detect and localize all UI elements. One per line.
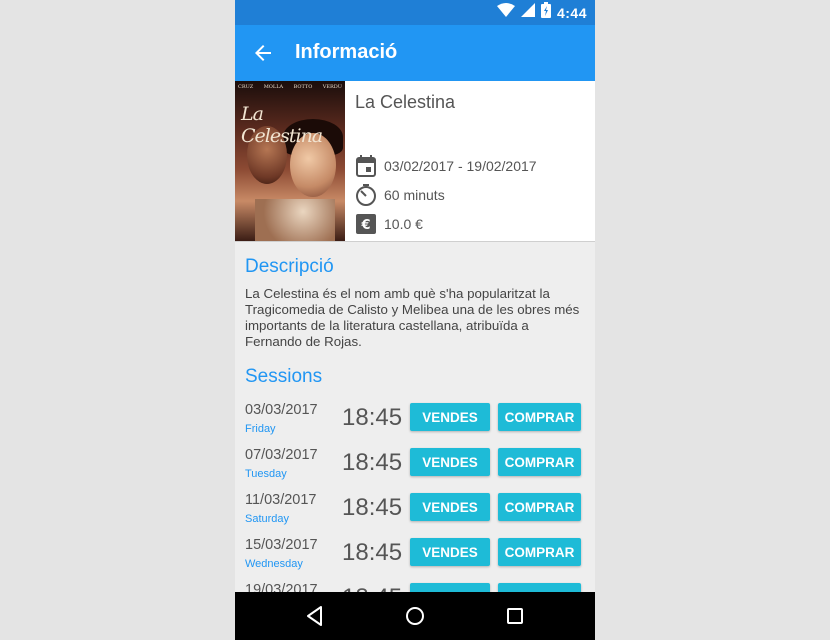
nav-home-icon[interactable]: [403, 604, 427, 628]
session-day: Wednesday: [245, 558, 303, 570]
session-date: 03/03/2017: [245, 402, 318, 418]
poster-credits: CRUZ MOLLA BOTTO VERDU: [238, 84, 342, 90]
sessions-heading: Sessions: [245, 366, 323, 387]
session-date: 11/03/2017: [245, 492, 317, 508]
wifi-icon: [496, 3, 515, 22]
movie-dates: 03/02/2017 - 19/02/2017: [384, 158, 537, 174]
content-scroll[interactable]: Descripció La Celestina és el nom amb qu…: [235, 242, 595, 592]
session-row: 07/03/2017 Tuesday 18:45 VENDES COMPRAR: [245, 447, 590, 487]
movie-duration: 60 minuts: [384, 187, 445, 203]
movie-header: CRUZ MOLLA BOTTO VERDU La Celestina La C…: [235, 81, 595, 242]
euro-icon: €: [355, 213, 377, 235]
session-row: 03/03/2017 Friday 18:45 VENDES COMPRAR: [245, 402, 590, 442]
session-day: Saturday: [245, 513, 290, 525]
buy-button[interactable]: COMPRAR: [498, 448, 581, 476]
sales-button[interactable]: VENDES: [410, 493, 490, 521]
app-bar: Informació: [235, 25, 595, 81]
session-time: 18:45: [342, 404, 403, 431]
buy-button[interactable]: COMPRAR: [498, 493, 581, 521]
description-heading: Descripció: [245, 256, 334, 277]
movie-price: 10.0 €: [384, 216, 423, 232]
sales-button[interactable]: VENDES: [410, 583, 490, 592]
nav-back-icon[interactable]: [303, 604, 327, 628]
description-text: La Celestina és el nom amb què s'ha popu…: [245, 286, 580, 349]
movie-price-row: € 10.0 €: [355, 212, 423, 236]
poster-title: La Celestina: [241, 103, 323, 147]
sales-button[interactable]: VENDES: [410, 538, 490, 566]
movie-duration-row: 60 minuts: [355, 183, 445, 207]
status-bar: 4:44: [235, 0, 595, 25]
session-row: 11/03/2017 Saturday 18:45 VENDES COMPRAR: [245, 492, 590, 532]
movie-title: La Celestina: [355, 92, 456, 112]
status-time: 4:44: [556, 4, 587, 21]
back-arrow-icon[interactable]: [251, 41, 275, 65]
phone-screen: 4:44 Informació CRUZ MOLLA BOTTO VERDU L…: [235, 0, 595, 640]
calendar-icon: [355, 155, 377, 177]
session-date: 07/03/2017: [245, 447, 318, 463]
session-time: 18:45: [342, 584, 402, 592]
session-row: 15/03/2017 Wednesday 18:45 VENDES COMPRA…: [245, 537, 590, 577]
session-day: Friday: [245, 423, 276, 435]
sales-button[interactable]: VENDES: [410, 403, 490, 431]
session-time: 18:45: [342, 539, 403, 566]
movie-dates-row: 03/02/2017 - 19/02/2017: [355, 154, 537, 178]
battery-icon: [540, 2, 551, 23]
buy-button[interactable]: COMPRAR: [498, 583, 581, 592]
nav-recents-icon[interactable]: [503, 604, 527, 628]
session-row: 19/03/2017 18:45 VENDES COMPRAR: [245, 582, 590, 592]
session-date: 15/03/2017: [245, 537, 318, 553]
session-date: 19/03/2017: [245, 582, 318, 592]
buy-button[interactable]: COMPRAR: [498, 538, 581, 566]
page-title: Informació: [295, 41, 398, 63]
session-time: 18:45: [342, 449, 403, 476]
sales-button[interactable]: VENDES: [410, 448, 490, 476]
svg-text:€: €: [360, 218, 370, 233]
session-day: Tuesday: [245, 468, 287, 480]
movie-poster: CRUZ MOLLA BOTTO VERDU La Celestina: [235, 81, 345, 241]
buy-button[interactable]: COMPRAR: [498, 403, 581, 431]
session-time: 18:45: [342, 494, 403, 521]
signal-icon: [520, 3, 535, 22]
timer-icon: [355, 184, 377, 206]
navigation-bar: [235, 592, 595, 640]
